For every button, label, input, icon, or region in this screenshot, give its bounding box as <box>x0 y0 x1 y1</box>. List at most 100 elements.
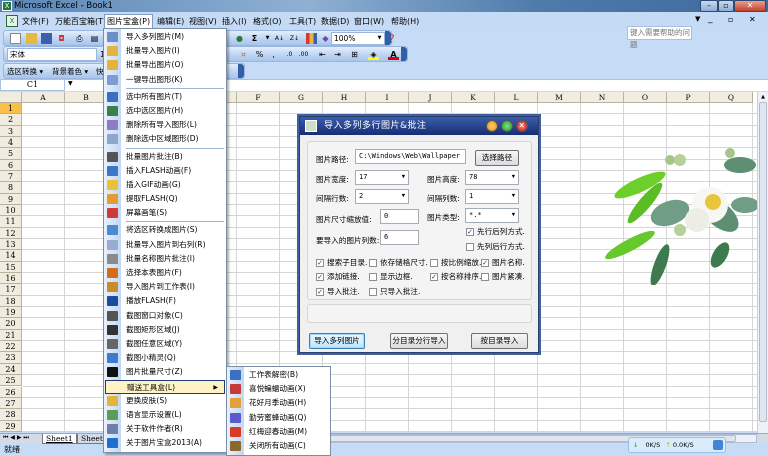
sort-descending-icon[interactable]: Z↓ <box>289 33 300 44</box>
column-header[interactable]: N <box>581 92 624 103</box>
row-gap-select[interactable]: 2 <box>355 189 409 204</box>
toolbar-options-icon[interactable] <box>238 64 244 78</box>
network-speed-widget[interactable]: ↓ 0K/S ↑ 0.0K/S <box>628 437 726 453</box>
menu-item[interactable]: 关于图片宝盒2013(A) <box>104 436 226 450</box>
import-by-folder-rows-button[interactable]: 分目录分行导入 <box>390 333 448 349</box>
name-box[interactable]: C1 <box>0 79 65 91</box>
toolbar-options-icon[interactable] <box>401 47 407 61</box>
menu-item[interactable]: 将选区转换成图片(S) <box>104 223 226 237</box>
menu-item[interactable]: 插入FLASH动画(F) <box>104 164 226 178</box>
menu-item[interactable]: 关闭所有动画(C) <box>227 439 330 453</box>
menu-item[interactable]: 喜悦蝙蝠动画(X) <box>227 382 330 396</box>
column-header[interactable]: O <box>624 92 667 103</box>
sheet-nav-arrows-icon[interactable]: ⏮ ◀ ▶ ⏭ <box>3 434 29 442</box>
menu-item[interactable]: 语言显示设置(L) <box>104 408 226 422</box>
flower-picture[interactable] <box>600 145 757 285</box>
print-preview-icon[interactable]: ▤ <box>89 33 100 44</box>
checkbox-box[interactable] <box>369 288 377 296</box>
menu-item[interactable]: 批量图片批注(B) <box>104 150 226 164</box>
option-checkbox[interactable]: ✓ 图片名称. <box>481 258 525 268</box>
select-all-corner[interactable] <box>0 92 22 103</box>
row-header[interactable]: 26 <box>0 386 22 398</box>
row-header[interactable]: 16 <box>0 273 22 285</box>
checkbox-box[interactable]: ✓ <box>466 228 474 236</box>
print-icon[interactable]: ⎙ <box>74 33 85 44</box>
column-header[interactable]: M <box>538 92 581 103</box>
checkbox-box[interactable]: ✓ <box>430 273 438 281</box>
option-checkbox[interactable]: ✓ 导入批注. <box>316 287 360 297</box>
chart-wizard-icon[interactable] <box>306 33 317 44</box>
open-icon[interactable] <box>26 33 37 44</box>
currency-icon[interactable]: ¤ <box>238 49 249 60</box>
column-header[interactable]: P <box>667 92 710 103</box>
minimize-button[interactable]: – <box>700 0 718 12</box>
checkbox-box[interactable] <box>369 259 377 267</box>
menu-item[interactable]: 红梅迎春动画(M) <box>227 425 330 439</box>
column-header[interactable]: I <box>366 92 409 103</box>
menu-item[interactable]: 选中选区图片(H) <box>104 104 226 118</box>
percent-icon[interactable]: % <box>254 49 265 60</box>
menu-item[interactable]: 一键导出图形(K) <box>104 73 226 87</box>
menu-item[interactable]: 播放FLASH(F) <box>104 294 226 308</box>
menu-window[interactable]: 窗口(W) <box>352 15 386 29</box>
save-icon[interactable] <box>41 33 52 44</box>
excel-doc-icon[interactable]: X <box>6 15 18 27</box>
dialog-title-bar[interactable]: 导入多列多行图片&批注 ✕ <box>300 117 538 135</box>
row-header[interactable]: 5 <box>0 148 22 160</box>
option-checkbox[interactable]: ✓ 先行后列方式. <box>466 227 525 237</box>
menu-insert[interactable]: 插入(I) <box>220 15 249 29</box>
checkbox-box[interactable]: ✓ <box>316 259 324 267</box>
option-checkbox[interactable]: 按比例缩放. <box>430 258 481 268</box>
menu-item[interactable]: 截图小精灵(Q) <box>104 351 226 365</box>
row-header[interactable]: 13 <box>0 239 22 251</box>
autosum-dropdown-icon[interactable]: ▼ <box>262 33 273 44</box>
column-header[interactable]: F <box>237 92 280 103</box>
row-header[interactable]: 20 <box>0 318 22 330</box>
menu-data[interactable]: 数据(D) <box>319 15 351 29</box>
scroll-up-icon[interactable]: ▲ <box>759 94 767 102</box>
menu-help[interactable]: 帮助(H) <box>389 15 421 29</box>
menu-item[interactable]: 截图矩形区域(J) <box>104 323 226 337</box>
row-header[interactable]: 25 <box>0 375 22 387</box>
checkbox-box[interactable]: ✓ <box>481 259 489 267</box>
col-gap-select[interactable]: 1 <box>465 189 519 204</box>
row-header[interactable]: 12 <box>0 227 22 240</box>
column-header[interactable]: B <box>65 92 108 103</box>
menu-item[interactable]: 删除选中区域图形(D) <box>104 132 226 146</box>
doc-restore-button[interactable]: ▫ <box>728 15 733 24</box>
menu-item[interactable]: 截图任意区域(Y) <box>104 337 226 351</box>
option-checkbox[interactable]: ✓ 添加链接. <box>316 272 360 282</box>
checkbox-box[interactable] <box>466 243 474 251</box>
menu-item[interactable]: 图片批量尺寸(Z) <box>104 365 226 379</box>
menu-item[interactable]: 删除所有导入图形(L) <box>104 118 226 132</box>
sheet-tab-sheet1[interactable]: Sheet1 <box>42 434 77 444</box>
option-checkbox[interactable]: 只导入批注. <box>369 287 420 297</box>
row-header[interactable]: 2 <box>0 114 22 126</box>
column-header[interactable]: Q <box>710 92 753 103</box>
width-select[interactable]: 17 <box>355 170 409 185</box>
row-header[interactable]: 22 <box>0 341 22 353</box>
column-header[interactable]: A <box>22 92 65 103</box>
row-header[interactable]: 15 <box>0 261 22 274</box>
menu-item[interactable]: 花好月季动画(H) <box>227 396 330 410</box>
menu-item[interactable]: 选择本表图片(F) <box>104 266 226 280</box>
doc-close-button[interactable]: ✕ <box>749 15 756 24</box>
import-columns-button[interactable]: 导入多列图片 <box>309 333 365 349</box>
drawing-icon[interactable]: ◆ <box>320 33 331 44</box>
row-header[interactable]: 1 <box>0 103 22 115</box>
menu-toolbox[interactable]: 万能百宝箱(T) <box>53 15 108 29</box>
checkbox-box[interactable] <box>430 259 438 267</box>
browse-button[interactable]: 选择路径 <box>475 150 519 166</box>
menu-item[interactable]: 勤劳蜜蜂动画(Q) <box>227 411 330 425</box>
comma-style-icon[interactable]: , <box>268 49 279 60</box>
checkbox-box[interactable] <box>481 273 489 281</box>
menu-item[interactable]: 批量导入图片(I) <box>104 44 226 58</box>
permission-icon[interactable]: ◘ <box>56 33 67 44</box>
row-header[interactable]: 3 <box>0 125 22 137</box>
option-checkbox[interactable]: 先列后行方式. <box>466 242 525 252</box>
row-header[interactable]: 10 <box>0 205 22 217</box>
type-select[interactable]: *.* <box>465 208 519 223</box>
option-checkbox[interactable]: 依存储格尺寸. <box>369 258 428 268</box>
menu-item[interactable]: 工作表解密(B) <box>227 368 330 382</box>
font-select[interactable]: 宋体 <box>7 48 97 61</box>
